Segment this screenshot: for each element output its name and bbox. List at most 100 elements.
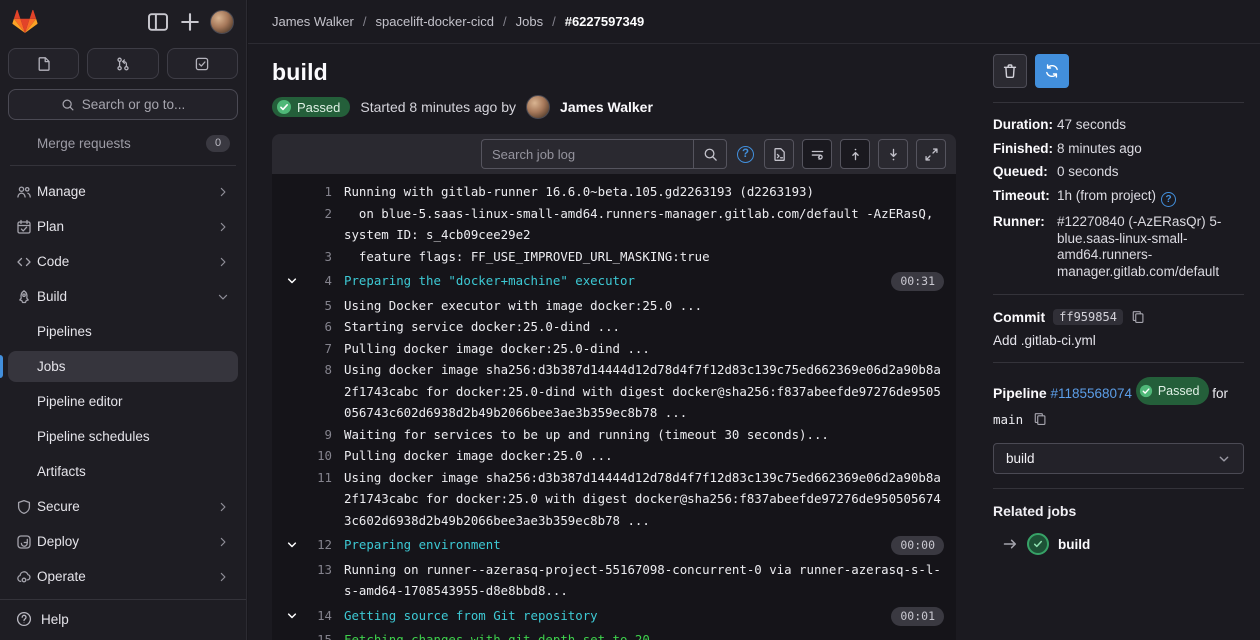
left-sidebar: Search or go to... Merge requests0 Manage… (0, 0, 247, 640)
log-line-text: Preparing the "docker+machine" executor (344, 270, 881, 292)
log-line-number[interactable]: 13 (304, 559, 332, 581)
chevron-right-icon (216, 535, 230, 549)
scroll-to-bottom-button[interactable] (878, 139, 908, 169)
calendar-icon (10, 219, 37, 235)
wrap-lines-button[interactable] (802, 139, 832, 169)
sidebar-item-jobs[interactable]: Jobs (8, 351, 238, 382)
sidebar-item-merge-requests[interactable]: Merge requests0 (8, 128, 238, 159)
breadcrumb-separator: / (363, 14, 367, 29)
log-line-text: on blue-5.saas-linux-small-amd64.runners… (344, 203, 944, 246)
log-search-button[interactable] (693, 139, 727, 169)
log-line-text: Starting service docker:25.0-dind ... (344, 316, 944, 338)
fullscreen-button[interactable] (916, 139, 946, 169)
arrow-right-icon (1002, 536, 1018, 552)
log-line-number[interactable]: 2 (304, 203, 332, 225)
search-input[interactable]: Search or go to... (8, 89, 238, 120)
commit-sha[interactable]: ff959854 (1053, 309, 1123, 325)
scroll-bottom-icon (886, 147, 901, 162)
sidebar-nav: Merge requests0 Manage Plan Code Build Pipeli… (0, 120, 246, 596)
pipeline-status-badge[interactable]: Passed (1136, 377, 1209, 405)
breadcrumb-item[interactable]: Jobs (516, 14, 543, 29)
search-icon (703, 147, 718, 162)
trash-icon (1002, 63, 1018, 79)
collapse-section-chevron-icon[interactable] (280, 270, 304, 287)
status-badge[interactable]: Passed (272, 97, 350, 117)
log-line-text: Using docker image sha256:d3b387d14444d1… (344, 359, 944, 424)
author-avatar[interactable] (526, 95, 550, 119)
commit-message[interactable]: Add .gitlab-ci.yml (993, 333, 1244, 348)
sidebar-item-deploy[interactable]: Deploy (8, 526, 238, 557)
detail-row-finished-: Finished:8 minutes ago (993, 141, 1244, 158)
sidebar-item-secure[interactable]: Secure (8, 491, 238, 522)
log-line-number[interactable]: 11 (304, 467, 332, 489)
log-line-number[interactable]: 7 (304, 338, 332, 360)
sidebar-item-build[interactable]: Build (8, 281, 238, 312)
log-line-number[interactable]: 3 (304, 246, 332, 268)
user-avatar[interactable] (210, 10, 234, 34)
log-line-number[interactable]: 5 (304, 295, 332, 317)
detail-row-queued-: Queued:0 seconds (993, 164, 1244, 181)
check-circle-icon (1139, 384, 1153, 398)
collapse-section-chevron-icon[interactable] (280, 534, 304, 551)
merge-requests-shortcut-button[interactable] (87, 48, 158, 79)
breadcrumb-item[interactable]: spacelift-docker-cicd (376, 14, 495, 29)
help-button[interactable]: Help (8, 607, 238, 631)
sidebar-item-manage[interactable]: Manage (8, 176, 238, 207)
timeout-help-icon[interactable]: ? (1161, 192, 1176, 207)
collapse-section-chevron-icon[interactable] (280, 605, 304, 622)
merge-request-icon (115, 56, 131, 72)
erase-job-log-button[interactable] (993, 54, 1027, 88)
issues-shortcut-button[interactable] (8, 48, 79, 79)
sidebar-item-pipeline-editor[interactable]: Pipeline editor (8, 386, 238, 417)
log-line-number[interactable]: 14 (304, 605, 332, 627)
chevron-right-icon (216, 500, 230, 514)
log-line-text: Preparing environment (344, 534, 881, 556)
cloud-icon (10, 569, 37, 585)
author-name[interactable]: James Walker (560, 99, 653, 115)
log-line-number[interactable]: 10 (304, 445, 332, 467)
chevron-down-icon (216, 290, 230, 304)
related-job-item[interactable]: build (993, 533, 1244, 555)
log-line-text: feature flags: FF_USE_IMPROVED_URL_MASKI… (344, 246, 944, 268)
scroll-to-top-button[interactable] (840, 139, 870, 169)
wrap-lines-icon (810, 147, 825, 162)
log-line-number[interactable]: 15 (304, 629, 332, 640)
todos-shortcut-button[interactable] (167, 48, 238, 79)
stage-dropdown[interactable]: build (993, 443, 1244, 474)
log-body: 1 Running with gitlab-runner 16.6.0~beta.… (272, 174, 956, 640)
job-sidebar: Duration:47 secondsFinished:8 minutes ag… (977, 44, 1244, 640)
sidebar-item-pipelines[interactable]: Pipelines (8, 316, 238, 347)
copy-ref-icon[interactable] (1033, 412, 1047, 426)
sidebar-item-artifacts[interactable]: Artifacts (8, 456, 238, 487)
log-line: 4 Preparing the "docker+machine" executor… (272, 267, 956, 295)
code-icon (10, 254, 37, 270)
retry-job-button[interactable] (1035, 54, 1069, 88)
related-job-name[interactable]: build (1058, 537, 1090, 552)
log-search-input[interactable] (481, 139, 693, 169)
breadcrumb-item[interactable]: James Walker (272, 14, 354, 29)
gitlab-logo-icon[interactable] (12, 9, 38, 35)
commit-label: Commit (993, 309, 1045, 325)
job-status-passed-icon[interactable] (1027, 533, 1049, 555)
log-help-icon[interactable]: ? (737, 146, 754, 163)
log-line-number[interactable]: 4 (304, 270, 332, 292)
pipeline-link[interactable]: #1185568074 (1050, 386, 1132, 401)
sidebar-item-pipeline-schedules[interactable]: Pipeline schedules (8, 421, 238, 452)
pipeline-ref[interactable]: main (993, 412, 1023, 427)
log-line-number[interactable]: 1 (304, 181, 332, 203)
sidebar-item-operate[interactable]: Operate (8, 561, 238, 592)
sidebar-item-code[interactable]: Code (8, 246, 238, 277)
log-line-text: Running with gitlab-runner 16.6.0~beta.1… (344, 181, 944, 203)
sidebar-item-plan[interactable]: Plan (8, 211, 238, 242)
log-line-number[interactable]: 8 (304, 359, 332, 381)
pipeline-block: Pipeline #1185568074 Passed for main (993, 377, 1244, 433)
log-line-number[interactable]: 9 (304, 424, 332, 446)
log-line: 11Using docker image sha256:d3b387d14444… (272, 467, 956, 532)
log-line-number[interactable]: 12 (304, 534, 332, 556)
create-new-icon[interactable] (178, 10, 202, 34)
sidebar-toggle-icon[interactable] (146, 10, 170, 34)
log-line-number[interactable]: 6 (304, 316, 332, 338)
raw-log-button[interactable] (764, 139, 794, 169)
copy-commit-icon[interactable] (1131, 310, 1145, 324)
breadcrumb-item[interactable]: #6227597349 (565, 14, 645, 29)
